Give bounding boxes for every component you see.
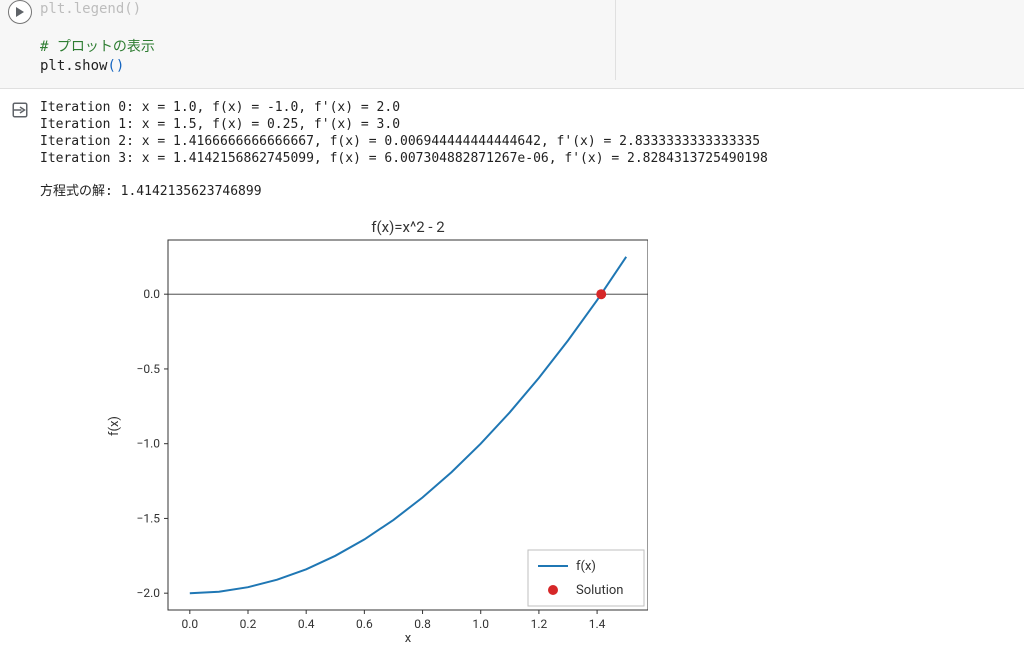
legend-label-solution: Solution	[576, 583, 623, 598]
svg-text:0.4: 0.4	[298, 617, 315, 631]
output-icon[interactable]	[11, 101, 29, 119]
chart-legend: f(x) Solution	[528, 550, 644, 606]
code-editor[interactable]: plt.legend() # プロットの表示 plt.show()	[40, 0, 155, 76]
svg-text:0.0: 0.0	[181, 617, 198, 631]
play-icon	[15, 7, 25, 17]
series-point-solution	[596, 289, 606, 299]
legend-label-fx: f(x)	[576, 559, 596, 574]
svg-text:−0.5: −0.5	[136, 362, 160, 376]
svg-text:−1.5: −1.5	[136, 511, 160, 525]
solution-line: 方程式の解: 1.4142135623746899	[40, 183, 768, 200]
svg-text:1.2: 1.2	[531, 617, 548, 631]
svg-text:−1.0: −1.0	[136, 437, 160, 451]
svg-text:0.0: 0.0	[143, 287, 160, 301]
svg-text:0.6: 0.6	[356, 617, 373, 631]
y-axis-label: f(x)	[107, 416, 122, 436]
series-line-fx	[190, 257, 626, 593]
run-cell-button[interactable]	[8, 0, 32, 24]
output-cell: Iteration 0: x = 1.0, f(x) = -1.0, f'(x)…	[0, 89, 1024, 646]
svg-text:1.0: 1.0	[472, 617, 489, 631]
code-cell[interactable]: plt.legend() # プロットの表示 plt.show()	[0, 0, 1024, 89]
stdout-text: Iteration 0: x = 1.0, f(x) = -1.0, f'(x)…	[40, 99, 768, 200]
cell-divider	[615, 0, 616, 80]
chart-title: f(x)=x^2 - 2	[371, 218, 444, 236]
matplotlib-figure: f(x)=x^2 - 2 0.0 0.2 0.4 0.6 0.8 1.0 1.2 1.4 −2…	[88, 216, 648, 646]
svg-text:−2.0: −2.0	[136, 586, 160, 600]
y-ticks: −2.0 −1.5 −1.0 −0.5 0.0	[136, 287, 168, 600]
svg-text:0.8: 0.8	[414, 617, 431, 631]
code-comment: # プロットの表示	[40, 39, 155, 55]
code-parens: ()	[107, 58, 124, 74]
x-ticks: 0.0 0.2 0.4 0.6 0.8 1.0 1.2 1.4	[181, 610, 605, 631]
svg-text:0.2: 0.2	[240, 617, 257, 631]
x-axis-label: x	[405, 631, 412, 646]
code-call: plt.show	[40, 58, 107, 74]
svg-text:1.4: 1.4	[589, 617, 606, 631]
code-line-dim: plt.legend()	[40, 1, 141, 17]
